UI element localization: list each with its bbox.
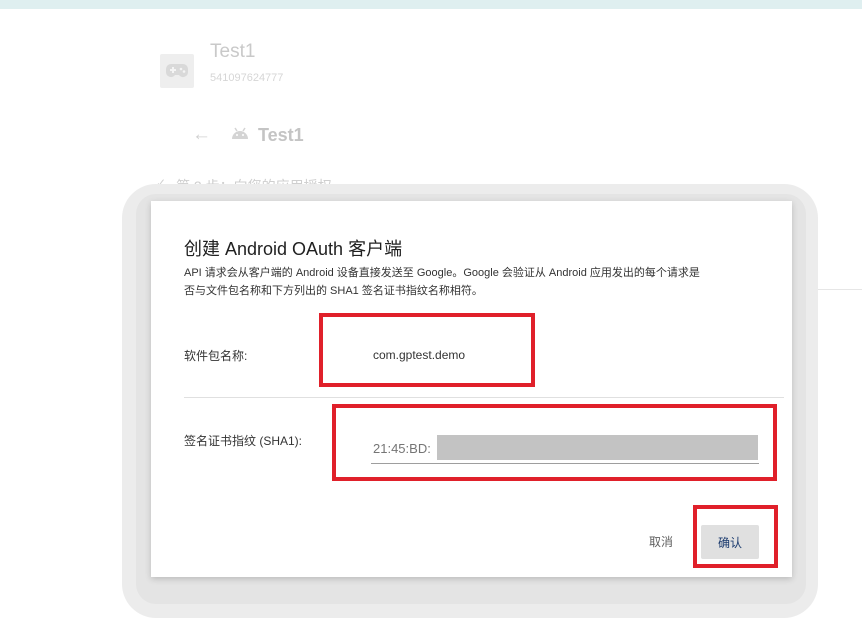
game-id: 541097624777	[210, 72, 284, 84]
android-icon	[230, 126, 250, 145]
top-bar	[0, 0, 862, 9]
dialog-description: API 请求会从客户端的 Android 设备直接发送至 Google。Goog…	[184, 264, 769, 300]
background-divider	[818, 289, 862, 290]
gamepad-icon	[166, 64, 188, 77]
dialog-title: 创建 Android OAuth 客户端	[184, 239, 403, 259]
cancel-button[interactable]: 取消	[645, 527, 677, 555]
game-title: Test1	[210, 41, 256, 62]
highlight-box-sha1	[332, 404, 777, 481]
highlight-box-package	[319, 313, 535, 387]
divider	[184, 397, 784, 398]
description-line: API 请求会从客户端的 Android 设备直接发送至 Google。Goog…	[184, 267, 700, 279]
sha1-fingerprint-label: 签名证书指纹 (SHA1):	[184, 434, 303, 448]
game-avatar	[160, 54, 194, 88]
arrow-left-icon[interactable]: ←	[192, 124, 211, 146]
highlight-box-confirm	[693, 505, 778, 568]
description-line: 否与文件包名称和下方列出的 SHA1 签名证书指纹名称相符。	[184, 285, 483, 297]
package-name-label: 软件包名称:	[184, 349, 248, 363]
app-name: Test1	[258, 125, 304, 145]
